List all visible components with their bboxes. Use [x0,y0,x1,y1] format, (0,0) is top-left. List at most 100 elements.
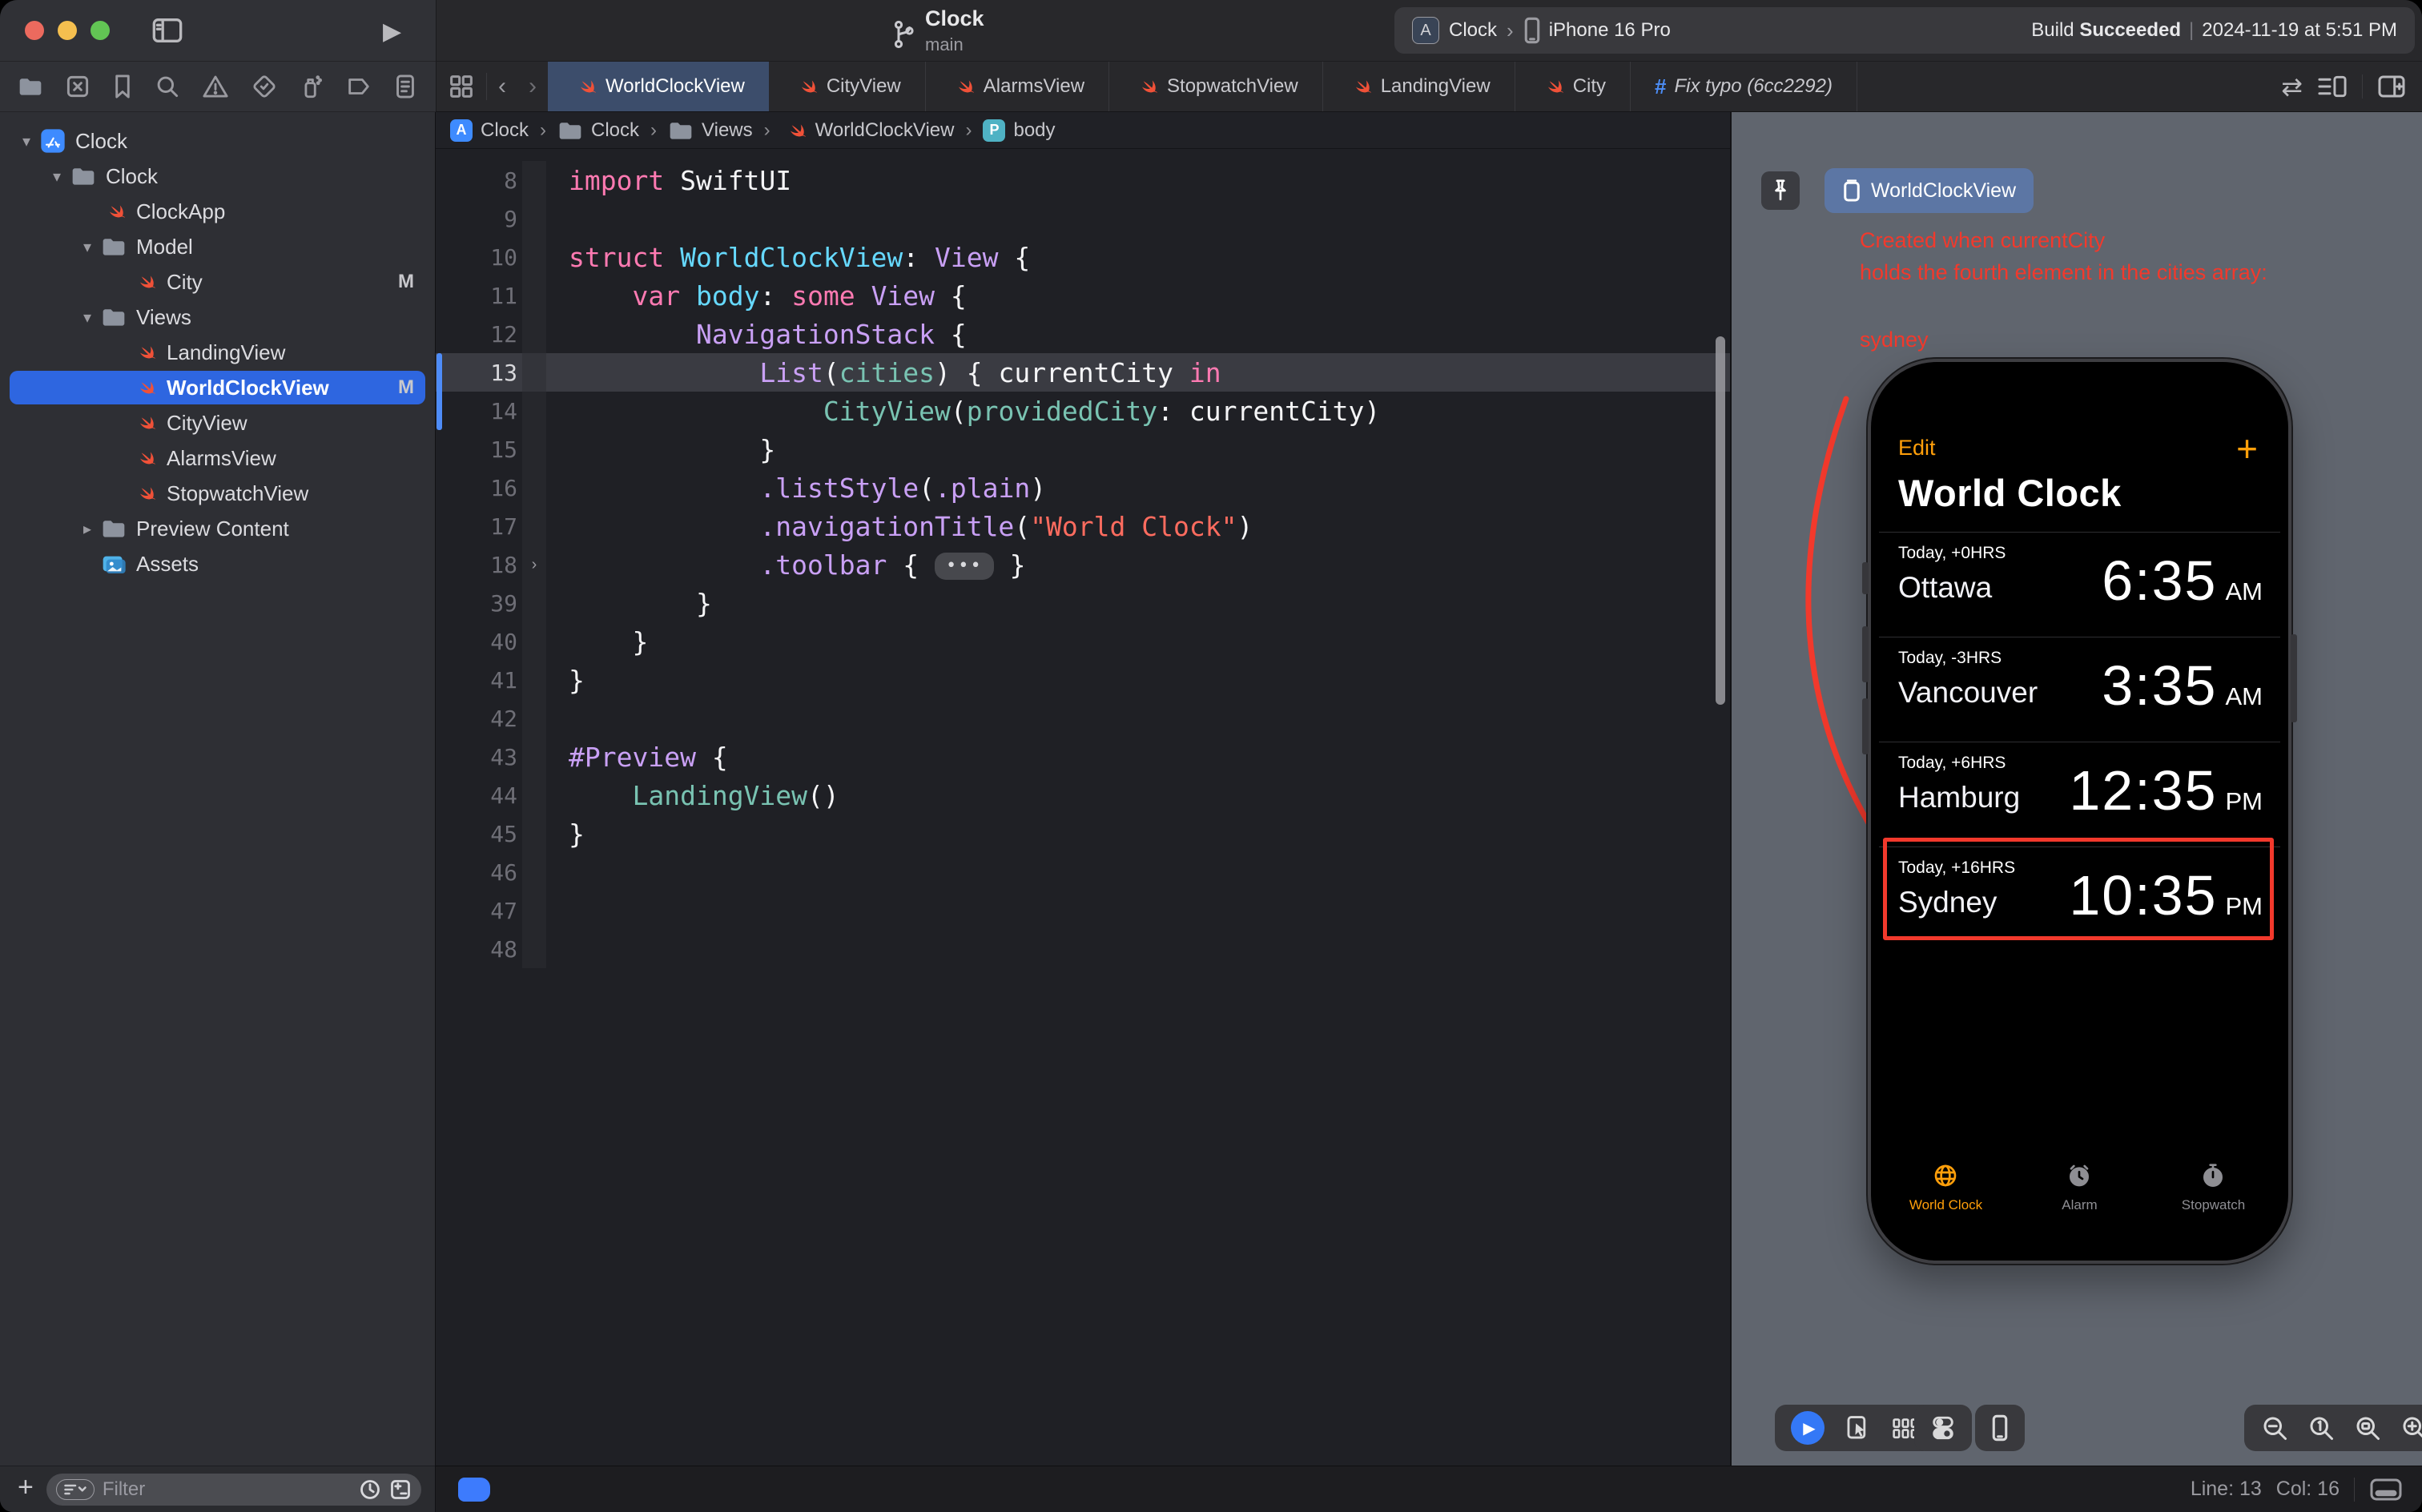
scm-status-filter-icon[interactable] [389,1478,412,1501]
line-number[interactable]: 41 [436,667,522,694]
code-line-16[interactable]: 16 .listStyle(.plain) [436,468,1730,507]
tab-worldclockview[interactable]: WorldClockView [548,62,769,111]
line-number[interactable]: 46 [436,859,522,886]
find-navigator-icon[interactable] [155,74,180,99]
debug-navigator-icon[interactable] [300,73,324,100]
code-text[interactable]: NavigationStack { [546,319,967,350]
code-line-43[interactable]: 43#Preview { [436,738,1730,776]
code-line-47[interactable]: 47 [436,891,1730,930]
code-line-40[interactable]: 40 } [436,622,1730,661]
code-line-39[interactable]: 39 } [436,584,1730,622]
line-number[interactable]: 44 [436,782,522,809]
line-number[interactable]: 13 [436,360,522,386]
clock-row-sydney[interactable]: Today, +16HRSSydney10:35PM [1879,846,2280,951]
zoom-button[interactable] [91,21,110,40]
code-text[interactable]: } [546,665,585,696]
code-text[interactable]: .navigationTitle("World Clock") [546,511,1253,542]
sidebar-item-alarmsview[interactable]: AlarmsView [0,440,435,476]
keyboard-icon[interactable] [2369,1477,2403,1502]
live-preview-button[interactable]: ▶ [1791,1411,1825,1445]
code-text[interactable]: } [546,588,712,619]
tab-landingview[interactable]: LandingView [1323,62,1515,111]
sidebar-item-assets[interactable]: Assets [0,546,435,581]
sidebar-item-model[interactable]: ▾Model [0,229,435,264]
add-file-button[interactable]: + [18,1472,34,1503]
phone-tab-alarm[interactable]: Alarm [2014,1163,2146,1213]
line-number[interactable]: 42 [436,706,522,732]
line-number[interactable]: 14 [436,398,522,424]
code-line-48[interactable]: 48 [436,930,1730,968]
code-line-10[interactable]: 10struct WorldClockView: View { [436,238,1730,276]
line-number[interactable]: 11 [436,283,522,309]
code-text[interactable]: .toolbar { ••• } [546,549,1025,581]
sidebar-item-stopwatchview[interactable]: StopwatchView [0,476,435,511]
tab-cityview[interactable]: CityView [769,62,926,111]
line-number[interactable]: 47 [436,898,522,924]
code-line-8[interactable]: 8import SwiftUI [436,161,1730,199]
line-number[interactable]: 39 [436,590,522,617]
back-button[interactable]: ‹ [487,62,517,111]
line-number[interactable]: 10 [436,244,522,271]
sidebar-item-clockapp[interactable]: ClockApp [0,194,435,229]
bookmarks-navigator-icon[interactable] [112,74,133,99]
sidebar-item-clock[interactable]: ▾Clock [0,123,435,159]
editor-overview-icon[interactable] [437,62,486,111]
minimize-button[interactable] [58,21,77,40]
code-text[interactable]: var body: some View { [546,280,967,312]
forward-button[interactable]: › [517,62,548,111]
zoom-out-icon[interactable] [2260,1413,2289,1442]
breakpoints-navigator-icon[interactable] [345,74,372,99]
project-navigator-icon[interactable] [18,75,43,98]
tab-city[interactable]: City [1515,62,1631,111]
sidebar-item-views[interactable]: ▾Views [0,300,435,335]
preview-device-button[interactable] [1975,1405,2025,1451]
phone-tab-world-clock[interactable]: World Clock [1880,1163,2012,1213]
line-number[interactable]: 45 [436,821,522,847]
editor-options-icon[interactable] [2317,74,2348,99]
tab-stopwatchview[interactable]: StopwatchView [1109,62,1323,111]
code-text[interactable]: } [546,434,775,465]
filter-field[interactable] [46,1474,421,1506]
breadcrumb-item[interactable]: Clock [481,119,529,142]
code-text[interactable]: LandingView() [546,780,839,811]
add-city-button[interactable]: + [2236,436,2258,460]
disclosure-down-icon[interactable]: ▾ [75,237,99,257]
code-line-17[interactable]: 17 .navigationTitle("World Clock") [436,507,1730,545]
line-number[interactable]: 8 [436,167,522,194]
zoom-100-icon[interactable] [2307,1413,2336,1442]
code-line-41[interactable]: 41} [436,661,1730,699]
sidebar-toggle-icon[interactable] [151,17,183,44]
clock-row-ottawa[interactable]: Today, +0HRSOttawa6:35AM [1879,532,2280,637]
disclosure-right-icon[interactable]: ▸ [75,519,99,539]
preview-target-pill[interactable]: WorldClockView [1825,168,2034,213]
code-area[interactable]: 8import SwiftUI 9 10struct WorldClockView:… [436,161,1730,968]
line-number[interactable]: 15 [436,436,522,463]
tab-alarmsview[interactable]: AlarmsView [926,62,1109,111]
line-number[interactable]: 16 [436,475,522,501]
code-line-42[interactable]: 42 [436,699,1730,738]
line-number[interactable]: 9 [436,206,522,232]
add-editor-icon[interactable] [2377,74,2406,99]
activity-view[interactable]: A Clock › iPhone 16 Pro Build Succeeded … [1394,7,2415,54]
code-line-11[interactable]: 11 var body: some View { [436,276,1730,315]
pin-preview-button[interactable] [1761,171,1800,210]
code-fold-pill[interactable]: ••• [935,553,994,580]
filter-menu-icon[interactable] [56,1479,95,1500]
code-text[interactable]: CityView(providedCity: currentCity) [546,396,1380,427]
breadcrumb-item[interactable]: Clock [591,119,639,142]
recents-filter-icon[interactable] [359,1478,381,1501]
reports-navigator-icon[interactable] [394,74,416,99]
sidebar-item-city[interactable]: CityM [0,264,435,300]
line-number[interactable]: 48 [436,936,522,963]
code-line-14[interactable]: 14 CityView(providedCity: currentCity) [436,392,1730,430]
code-line-9[interactable]: 9 [436,199,1730,238]
tab-fix-typo-6cc2292[interactable]: #Fix typo (6cc2292) [1631,62,1857,111]
breakpoint-indicator[interactable] [458,1478,490,1502]
code-line-12[interactable]: 12 NavigationStack { [436,315,1730,353]
code-line-45[interactable]: 45} [436,814,1730,853]
sidebar-item-worldclockview[interactable]: WorldClockViewM [0,370,435,405]
code-line-44[interactable]: 44 LandingView() [436,776,1730,814]
edit-button[interactable]: Edit [1898,436,1936,460]
code-text[interactable]: List(cities) { currentCity in [546,357,1221,388]
clock-row-hamburg[interactable]: Today, +6HRSHamburg12:35PM [1879,742,2280,846]
